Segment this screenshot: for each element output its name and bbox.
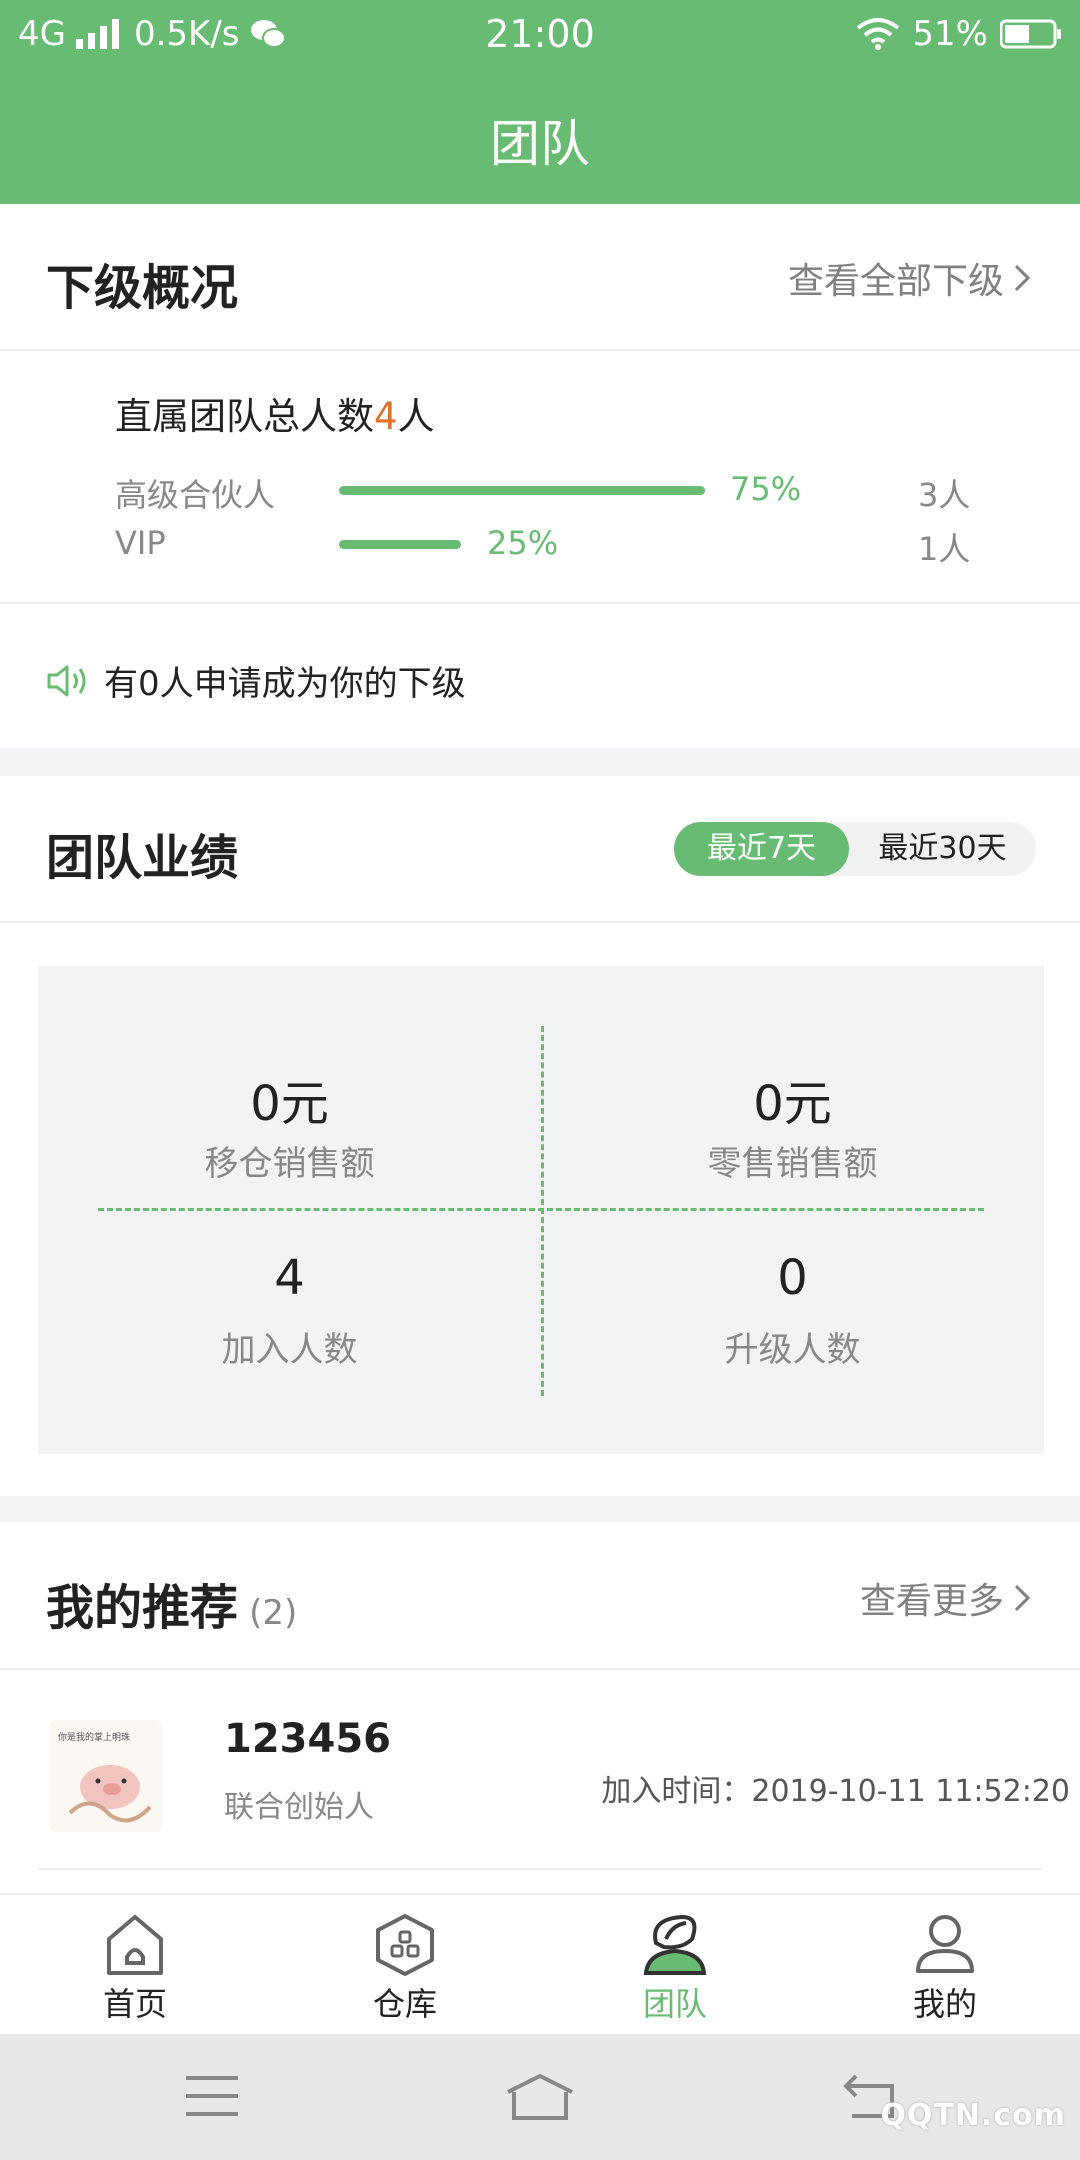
team-total-count: 4	[374, 395, 398, 438]
divider	[0, 921, 1080, 923]
tab-label: 我的	[912, 1985, 977, 2023]
breakdown-count: 3人	[918, 476, 971, 514]
divider	[98, 1208, 984, 1211]
tab-label: 首页	[102, 1985, 167, 2023]
view-more-label: 查看更多	[859, 1581, 1004, 1622]
notice-text: 有0人申请成为你的下级	[104, 664, 466, 704]
view-all-label: 查看全部下级	[787, 261, 1004, 302]
stats-grid: 0元 移仓销售额 0元 零售销售额 4 加入人数 0 升级人数	[38, 966, 1044, 1454]
stat-value: 0元	[250, 1076, 329, 1132]
progress-bar	[339, 486, 705, 495]
stat-label: 升级人数	[724, 1330, 861, 1370]
menu-icon[interactable]	[186, 2074, 238, 2118]
avatar: 你是我的掌上明珠	[50, 1720, 162, 1832]
tab-label: 仓库	[372, 1985, 437, 2023]
stat-value: 0元	[753, 1076, 832, 1132]
divider	[0, 1668, 1080, 1670]
team-icon	[643, 1914, 707, 1975]
stat-value: 4	[274, 1250, 305, 1306]
member-role: 联合创始人	[224, 1790, 374, 1825]
battery-icon	[1000, 19, 1061, 49]
recommend-count: (2)	[249, 1593, 298, 1633]
chevron-right-icon	[1014, 264, 1030, 292]
divider	[0, 349, 1080, 351]
view-all-subordinates-link[interactable]: 查看全部下级	[788, 252, 1030, 304]
tab-mine[interactable]: 我的	[810, 1905, 1080, 2031]
view-more-link[interactable]: 查看更多	[860, 1572, 1030, 1624]
watermark: QQTN.com	[880, 2098, 1066, 2133]
user-icon	[916, 1915, 974, 1973]
team-total-prefix: 直属团队总人数	[115, 395, 374, 438]
tab-team[interactable]: 团队	[540, 1905, 810, 2031]
stat-label: 移仓销售额	[204, 1144, 375, 1184]
warehouse-icon	[376, 1914, 434, 1976]
list-item[interactable]: 你是我的掌上明珠 123456 联合创始人 加入时间：2019-10-11 11…	[0, 1672, 1080, 1872]
period-toggle: 最近7天 最近30天	[674, 822, 1036, 876]
tab-warehouse[interactable]: 仓库	[270, 1905, 540, 2031]
breakdown-count: 1人	[918, 530, 971, 568]
breakdown-label: VIP	[115, 524, 166, 562]
speaker-icon	[47, 665, 86, 696]
divider	[38, 1868, 1042, 1870]
team-total: 直属团队总人数4人	[115, 386, 435, 440]
section-title: 团队业绩	[46, 830, 239, 886]
home-icon	[107, 1915, 163, 1975]
subordinate-overview-card: 下级概况 查看全部下级 直属团队总人数4人 高级合伙人 75% 3人 VIP 2…	[0, 204, 1080, 748]
divider	[0, 602, 1080, 604]
page-title: 团队	[490, 115, 590, 173]
chevron-right-icon	[1014, 1584, 1030, 1612]
breakdown-percent: 75%	[730, 470, 802, 508]
status-bar: 4G 0.5K/s 21:00 51%	[0, 0, 1080, 70]
tab-last-30-days[interactable]: 最近30天	[849, 822, 1036, 876]
nav-bar: 团队	[0, 70, 1080, 204]
tab-last-7-days[interactable]: 最近7天	[674, 822, 849, 876]
tab-label: 团队	[642, 1985, 707, 2023]
member-name: 123456	[224, 1716, 391, 1762]
wifi-icon	[857, 18, 900, 50]
tab-home[interactable]: 首页	[0, 1905, 270, 2031]
application-notice[interactable]: 有0人申请成为你的下级	[46, 656, 466, 705]
home-nav-icon[interactable]	[504, 2072, 576, 2122]
battery-percent: 51%	[912, 14, 988, 54]
breakdown-label: 高级合伙人	[115, 476, 276, 514]
stat-value: 0	[777, 1250, 808, 1306]
avatar-caption: 你是我的掌上明珠	[58, 1733, 131, 1743]
join-time: 加入时间：2019-10-11 11:52:20	[601, 1774, 1070, 1809]
progress-bar	[339, 540, 461, 549]
pig-illustration-icon	[68, 1765, 152, 1823]
stat-label: 零售销售额	[707, 1144, 878, 1184]
section-title: 下级概况	[46, 260, 239, 316]
stat-label: 加入人数	[221, 1330, 358, 1370]
my-recommendations-card: 我的推荐 (2) 查看更多 你是我的掌上明珠 123456 联合创始人 加入时间…	[0, 1522, 1080, 1905]
section-header: 我的推荐 (2)	[46, 1568, 297, 1638]
breakdown-percent: 25%	[487, 524, 559, 562]
section-title: 我的推荐	[46, 1580, 239, 1636]
system-nav-bar: QQTN.com	[0, 2034, 1080, 2160]
team-total-suffix: 人	[397, 395, 435, 438]
